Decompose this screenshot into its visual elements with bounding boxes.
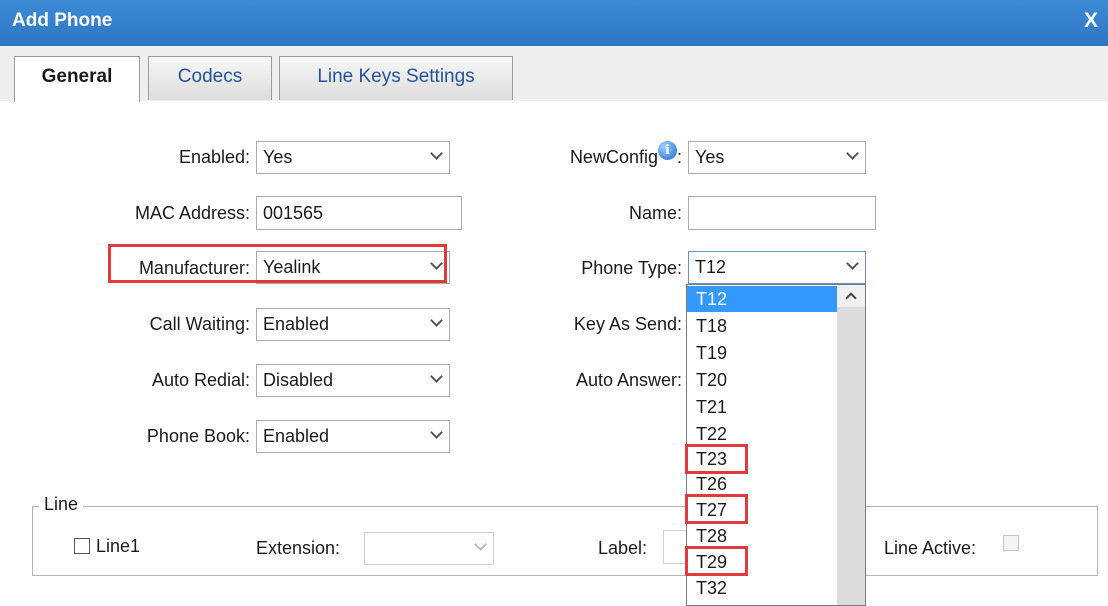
phone-type-option[interactable]: T12 [687,286,837,312]
new-config-select[interactable]: Yes [688,141,866,174]
new-config-label: NewConfig i: [500,141,682,168]
new-config-label-text: NewConfig [569,147,658,167]
phone-type-label: Phone Type: [581,258,682,278]
phone-book-value: Enabled [263,426,330,446]
call-waiting-value: Enabled [263,314,330,334]
mac-address-input[interactable] [256,196,462,230]
auto-answer-label: Auto Answer: [575,370,682,390]
auto-redial-select[interactable]: Disabled [256,364,450,397]
chevron-up-icon[interactable] [837,285,865,307]
phone-type-dropdown-list[interactable]: T12 T18 T19 T20 T21 T22 T23 T26 T27 T28 … [686,284,866,606]
phone-type-option[interactable]: T20 [687,367,837,393]
phone-book-label: Phone Book: [146,426,250,446]
tab-strip: General Codecs Line Keys Settings [0,46,1108,102]
extension-label: Extension: [256,538,341,558]
phone-book-select[interactable]: Enabled [256,420,450,453]
dialog-title-bar: Add Phone X [0,0,1108,46]
name-label: Name: [628,203,682,223]
phone-type-option[interactable]: T22 [687,421,837,447]
extension-select[interactable] [364,532,494,565]
tab-codecs[interactable]: Codecs [148,56,272,100]
dialog-title: Add Phone [12,10,113,31]
line-active-label: Line Active: [884,538,977,558]
chevron-down-icon [431,427,441,437]
line-active-checkbox[interactable] [1003,535,1019,551]
new-config-label-colon: : [676,147,682,167]
info-icon[interactable]: i [657,141,677,160]
chevron-down-icon [847,148,857,158]
chevron-down-icon [847,258,857,268]
enabled-value: Yes [263,147,293,167]
phone-type-option[interactable]: T18 [687,313,837,339]
phone-type-value: T12 [695,257,727,277]
label-label: Label: [598,538,648,558]
phone-type-option[interactable]: T26 [687,471,837,497]
auto-redial-label: Auto Redial: [151,370,250,390]
line1-checkbox[interactable] [74,538,90,554]
chevron-down-icon [475,539,485,549]
call-waiting-select[interactable]: Enabled [256,308,450,341]
key-as-send-label: Key As Send: [573,314,682,334]
tab-general[interactable]: General [14,56,140,102]
auto-redial-value: Disabled [263,370,334,390]
dropdown-scrollbar[interactable] [837,285,865,605]
new-config-value: Yes [695,147,725,167]
line1-label: Line1 [96,536,141,556]
phone-type-option[interactable]: T19 [687,340,837,366]
chevron-down-icon [431,148,441,158]
chevron-down-icon [431,315,441,325]
phone-type-option[interactable]: T27 [687,497,837,523]
phone-type-option[interactable]: T32 [687,575,837,601]
manufacturer-label: Manufacturer: [138,258,250,278]
name-input[interactable] [688,196,876,230]
close-icon[interactable]: X [1084,9,1098,33]
line-legend: Line [39,494,84,515]
manufacturer-select[interactable]: Yealink [256,251,450,284]
manufacturer-value: Yealink [263,257,321,277]
mac-address-label: MAC Address: [134,203,250,223]
enabled-label: Enabled: [178,147,250,167]
tab-line-keys-settings[interactable]: Line Keys Settings [279,56,513,100]
chevron-down-icon [431,258,441,268]
chevron-down-icon [431,371,441,381]
call-waiting-label: Call Waiting: [149,314,250,334]
phone-type-option[interactable]: T28 [687,523,837,549]
phone-type-option[interactable]: T21 [687,394,837,420]
enabled-select[interactable]: Yes [256,141,450,174]
phone-type-option[interactable]: T23 [687,446,837,472]
phone-type-option[interactable]: T29 [687,549,837,575]
phone-type-select[interactable]: T12 [688,251,866,284]
